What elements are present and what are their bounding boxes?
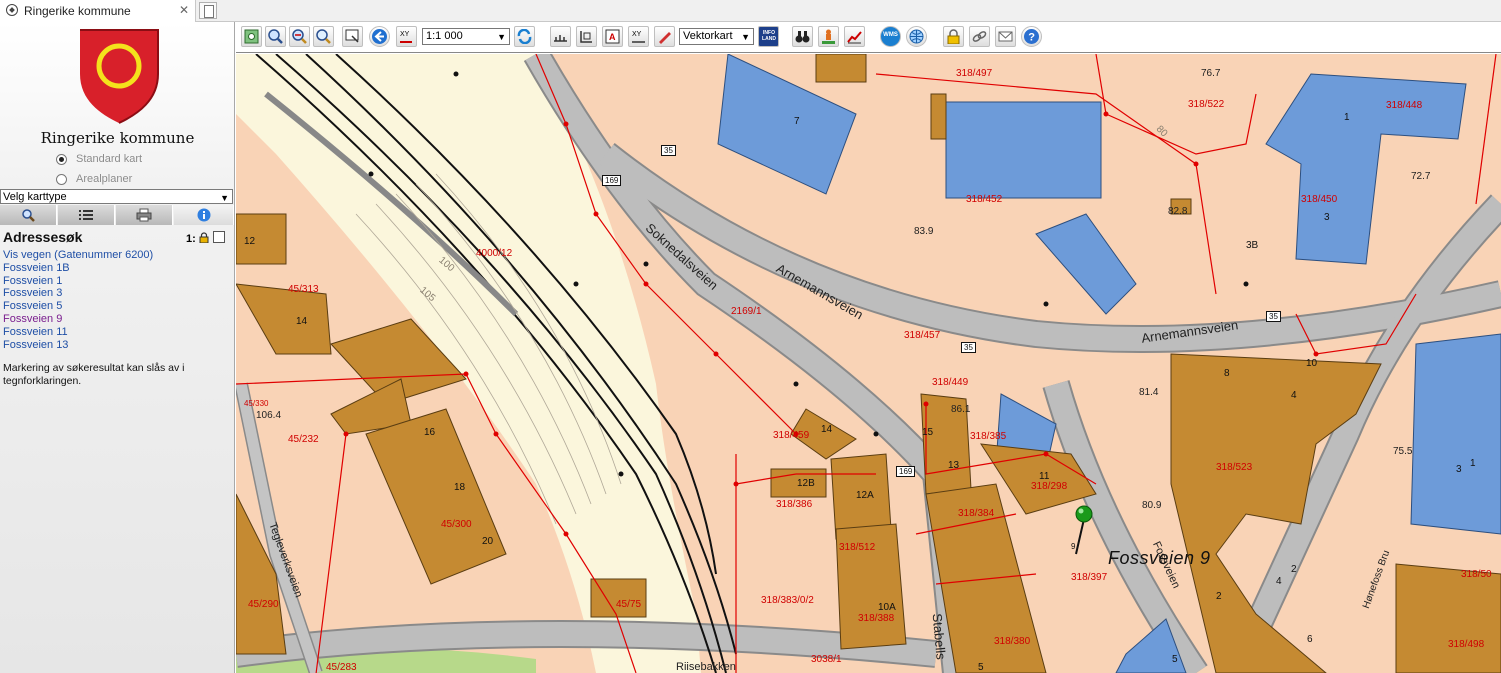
sidebar: Ringerike kommune Standard kart Arealpla… [0, 22, 235, 673]
zoom-in-icon [268, 29, 283, 44]
measure-line-button[interactable] [550, 26, 571, 47]
infoland-button[interactable]: INFO LAND [758, 26, 779, 47]
link-button[interactable] [969, 26, 990, 47]
zoom-in-button[interactable] [265, 26, 286, 47]
lock-button[interactable] [943, 26, 964, 47]
draw-pen-icon [659, 32, 671, 44]
panel-title: Adressesøk [3, 229, 83, 245]
organization-name: Ringerike kommune [40, 129, 195, 147]
back-button[interactable] [369, 26, 390, 47]
search-icon [22, 209, 35, 222]
refresh-button[interactable] [514, 26, 535, 47]
lock-icon [947, 29, 960, 44]
new-tab-icon[interactable] [199, 2, 217, 19]
scale-lock-toggle[interactable]: 1: [186, 232, 209, 245]
profile-button[interactable] [844, 26, 865, 47]
infoland-icon: INFO LAND [762, 30, 776, 42]
zoom-out-icon [292, 29, 307, 44]
result-link-show-road[interactable]: Vis vegen (Gatenummer 6200) [3, 249, 231, 262]
result-link-fossveien-1b[interactable]: Fossveien 1B [3, 262, 231, 275]
street-view-button[interactable] [818, 26, 839, 47]
chevron-down-icon: ▼ [220, 193, 229, 203]
wms-icon: WMS [883, 32, 898, 38]
radio-dot[interactable] [56, 174, 67, 185]
municipality-coat-of-arms [80, 29, 159, 124]
map-canvas[interactable]: 318/497 318/522 318/448 318/452 318/450 … [236, 54, 1501, 673]
zoom-magnifier-button[interactable] [313, 26, 334, 47]
compass-icon [6, 4, 18, 16]
svg-text:A: A [609, 32, 616, 42]
help-icon: ? [1024, 29, 1039, 44]
tab-title: Ringerike kommune [24, 4, 131, 18]
xy-plot-button[interactable]: XY [628, 26, 649, 47]
refresh-icon [517, 29, 532, 44]
scale-select[interactable]: 1:1 000 ▼ [422, 28, 510, 45]
tab-layers[interactable] [58, 205, 115, 225]
zoom-magnifier-icon [316, 29, 331, 44]
result-marking-checkbox[interactable] [213, 231, 225, 243]
measure-area-icon [580, 31, 592, 43]
zoom-extent-button[interactable] [241, 26, 262, 47]
map-type-select[interactable]: Velg karttype ▼ [0, 189, 233, 204]
chevron-down-icon: ▼ [497, 32, 506, 42]
wms-button[interactable]: WMS [880, 26, 901, 47]
globe-button[interactable] [906, 26, 927, 47]
result-link-fossveien-1[interactable]: Fossveien 1 [3, 275, 231, 288]
map-toolbar: XY 1:1 000 ▼ A XY Vektorkart ▼ INFO LAND W… [236, 23, 1501, 53]
result-link-fossveien-13[interactable]: Fossveien 13 [3, 339, 231, 352]
info-icon [197, 208, 210, 222]
scale-prefix: 1: [186, 233, 196, 245]
link-icon [972, 31, 987, 42]
email-button[interactable] [995, 26, 1016, 47]
result-link-fossveien-5[interactable]: Fossveien 5 [3, 300, 231, 313]
zoom-window-button[interactable] [342, 26, 363, 47]
xy-coordinate-icon: XY [400, 31, 412, 43]
tool-tabs [0, 205, 234, 225]
tab-print[interactable] [116, 205, 173, 225]
measure-area-button[interactable] [576, 26, 597, 47]
result-marking-note: Markering av søkeresultat kan slås av i … [3, 362, 185, 387]
map-drawing[interactable] [236, 54, 1501, 673]
chevron-down-icon: ▼ [741, 32, 750, 42]
svg-text:?: ? [1028, 32, 1035, 44]
layers-list-icon [79, 210, 93, 220]
zoom-out-button[interactable] [289, 26, 310, 47]
browser-tab[interactable]: Ringerike kommune ✕ [0, 0, 196, 22]
binoculars-button[interactable] [792, 26, 813, 47]
back-arrow-icon [372, 29, 387, 44]
browser-tab-bar: Ringerike kommune ✕ [0, 0, 1501, 22]
zoom-window-icon [345, 29, 359, 43]
zoom-extent-icon [244, 29, 259, 44]
scale-select-value: 1:1 000 [426, 30, 463, 42]
globe-icon [909, 29, 924, 44]
result-link-fossveien-11[interactable]: Fossveien 11 [3, 326, 231, 339]
svg-text:XY: XY [632, 31, 642, 38]
measure-line-icon [554, 35, 567, 42]
help-button[interactable]: ? [1021, 26, 1042, 47]
result-link-fossveien-9[interactable]: Fossveien 9 [3, 313, 231, 326]
radio-label-standard-map: Standard kart [76, 153, 143, 165]
xy-coordinate-button[interactable]: XY [396, 26, 417, 47]
map-type-toolbar-select[interactable]: Vektorkart ▼ [679, 28, 754, 45]
map-type-select-value: Velg karttype [3, 191, 67, 203]
radio-dot-selected[interactable] [56, 154, 67, 165]
radio-label-zoning-plans: Arealplaner [76, 173, 133, 185]
result-link-fossveien-3[interactable]: Fossveien 3 [3, 287, 231, 300]
map-type-toolbar-value: Vektorkart [683, 30, 733, 42]
email-icon [998, 31, 1013, 42]
draw-button[interactable] [654, 26, 675, 47]
address-label-icon: A [605, 29, 620, 44]
svg-text:XY: XY [400, 31, 410, 38]
tab-search[interactable] [0, 205, 57, 225]
profile-icon [847, 31, 862, 44]
tab-info[interactable] [174, 205, 234, 225]
xy-plot-icon: XY [632, 31, 645, 43]
street-view-icon [822, 29, 835, 44]
address-results-list: Vis vegen (Gatenummer 6200) Fossveien 1B… [3, 249, 231, 351]
address-label-button[interactable]: A [602, 26, 623, 47]
lock-icon [199, 232, 209, 244]
print-icon [136, 208, 152, 222]
binoculars-icon [795, 31, 810, 43]
tab-close-icon[interactable]: ✕ [179, 3, 189, 17]
